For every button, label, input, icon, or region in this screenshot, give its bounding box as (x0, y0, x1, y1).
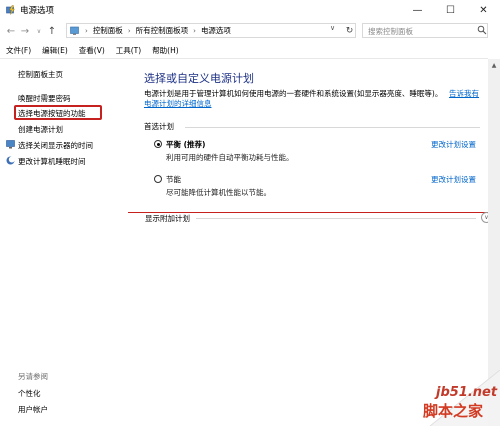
address-dropdown-icon[interactable]: ∨ (330, 24, 335, 32)
search-placeholder: 搜索控制面板 (368, 27, 413, 36)
scroll-up-arrow-icon[interactable]: ▲ (488, 59, 500, 71)
plan-balanced-change-link[interactable]: 更改计划设置 (431, 139, 476, 150)
power-options-icon (6, 5, 15, 15)
window-title: 电源选项 (20, 6, 55, 16)
breadcrumb-item[interactable]: 所有控制面板项 (136, 25, 189, 36)
plan-balanced-description: 利用可用的硬件自动平衡功耗与性能。 (166, 153, 294, 162)
breadcrumb-separator-icon: › (193, 26, 196, 35)
recent-locations-chevron-icon[interactable]: ∨ (32, 24, 46, 38)
learn-more-link[interactable]: 告诉我有 (449, 88, 479, 99)
menu-view[interactable]: 查看(V) (79, 45, 105, 56)
see-also-user-accounts[interactable]: 用户帐户 (18, 404, 48, 415)
menu-file[interactable]: 文件(F) (6, 45, 31, 56)
section-divider (185, 127, 480, 128)
up-arrow-icon[interactable]: ↑ (45, 24, 59, 38)
search-icon[interactable] (477, 25, 487, 35)
breadcrumb-item[interactable]: 控制面板 (93, 25, 123, 36)
sidebar-item-create-plan[interactable]: 创建电源计划 (18, 124, 63, 135)
watermark-domain: jb51.net (436, 385, 498, 400)
maximize-button[interactable]: ☐ (434, 0, 467, 20)
plan-details-link[interactable]: 电源计划的详细信息 (144, 98, 212, 109)
back-arrow-icon[interactable]: ← (4, 24, 18, 38)
sidebar-item-sleep-time[interactable]: 更改计算机睡眠时间 (18, 156, 86, 167)
sidebar-item-display-off[interactable]: 选择关闭显示器的时间 (18, 140, 93, 151)
breadcrumb-separator-icon: › (127, 26, 131, 35)
plan-power-saver-change-link[interactable]: 更改计划设置 (431, 174, 476, 185)
minimize-button[interactable]: — (401, 0, 434, 20)
sidebar-item-power-button[interactable]: 选择电源按钮的功能 (18, 108, 86, 119)
plan-balanced-radio[interactable] (154, 140, 162, 148)
breadcrumb-separator-icon: › (85, 26, 88, 35)
display-icon (6, 140, 15, 149)
plan-power-saver-description: 尽可能降低计算机性能以节能。 (166, 188, 271, 197)
sidebar-item-control-panel-home[interactable]: 控制面板主页 (18, 69, 63, 80)
watermark-name: 脚本之家 (423, 402, 484, 420)
page-title: 选择或自定义电源计划 (144, 72, 254, 85)
show-additional-plans[interactable]: 显示附加计划 (145, 213, 190, 224)
breadcrumb: › 控制面板 › 所有控制面板项 › 电源选项 (70, 25, 231, 36)
section-divider (196, 218, 476, 219)
plan-balanced-name[interactable]: 平衡 (推荐) (166, 139, 205, 150)
close-button[interactable]: ✕ (467, 0, 500, 20)
see-also-personalization[interactable]: 个性化 (18, 388, 41, 399)
forward-arrow-icon[interactable]: → (18, 24, 32, 38)
menu-bar: 文件(F) 编辑(E) 查看(V) 工具(T) 帮助(H) (0, 43, 500, 57)
sleep-moon-icon (6, 156, 15, 165)
sidebar-item-require-password[interactable]: 唤醒时需要密码 (18, 93, 71, 104)
preferred-plans-header: 首选计划 (144, 122, 174, 131)
menu-tools[interactable]: 工具(T) (116, 45, 141, 56)
plan-power-saver-name[interactable]: 节能 (166, 174, 181, 185)
menu-edit[interactable]: 编辑(E) (42, 45, 68, 56)
see-also-header: 另请参阅 (18, 372, 48, 381)
breadcrumb-item[interactable]: 电源选项 (201, 25, 231, 36)
menu-help[interactable]: 帮助(H) (152, 45, 179, 56)
control-panel-icon (70, 26, 79, 35)
refresh-icon[interactable]: ↻ (343, 23, 356, 38)
plan-power-saver-radio[interactable] (154, 175, 162, 183)
